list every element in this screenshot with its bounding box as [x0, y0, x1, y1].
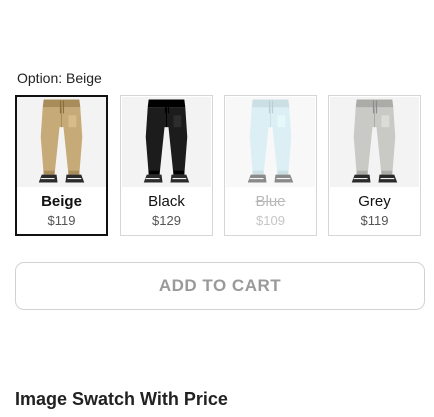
- swatch-price: $119: [47, 213, 76, 228]
- swatch-name: Black: [148, 193, 185, 210]
- swatch-image-beige: [17, 97, 106, 187]
- swatch-price: $119: [360, 213, 389, 228]
- swatch-group: Beige $119 Black $129 Blue $109 Grey $11…: [15, 95, 425, 236]
- swatch-image-grey: [330, 97, 419, 187]
- swatch-blue[interactable]: Blue $109: [224, 95, 317, 236]
- swatch-beige[interactable]: Beige $119: [15, 95, 108, 236]
- swatch-black[interactable]: Black $129: [120, 95, 213, 236]
- swatch-price: $129: [152, 213, 181, 228]
- swatch-grey[interactable]: Grey $119: [328, 95, 421, 236]
- swatch-image-blue: [226, 97, 315, 187]
- swatch-name: Beige: [41, 193, 82, 210]
- product-option-widget: Option: Beige Beige $119 Black $129 Blue…: [0, 0, 434, 417]
- pants-image: [122, 97, 211, 187]
- section-title: Image Swatch With Price: [15, 389, 228, 409]
- pants-image: [226, 97, 315, 187]
- swatch-name: Grey: [358, 193, 391, 210]
- pants-image: [330, 97, 419, 187]
- option-label: Option: Beige: [17, 70, 102, 86]
- swatch-name: Blue: [255, 193, 286, 210]
- swatch-price: $109: [256, 213, 285, 228]
- add-to-cart-button[interactable]: ADD TO CART: [15, 262, 425, 310]
- pants-image: [17, 97, 106, 187]
- swatch-image-black: [122, 97, 211, 187]
